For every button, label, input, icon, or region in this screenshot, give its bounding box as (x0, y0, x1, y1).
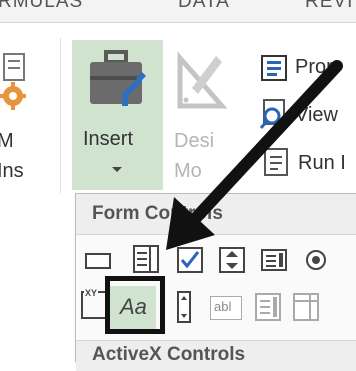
annotation-arrow-icon (166, 60, 343, 250)
